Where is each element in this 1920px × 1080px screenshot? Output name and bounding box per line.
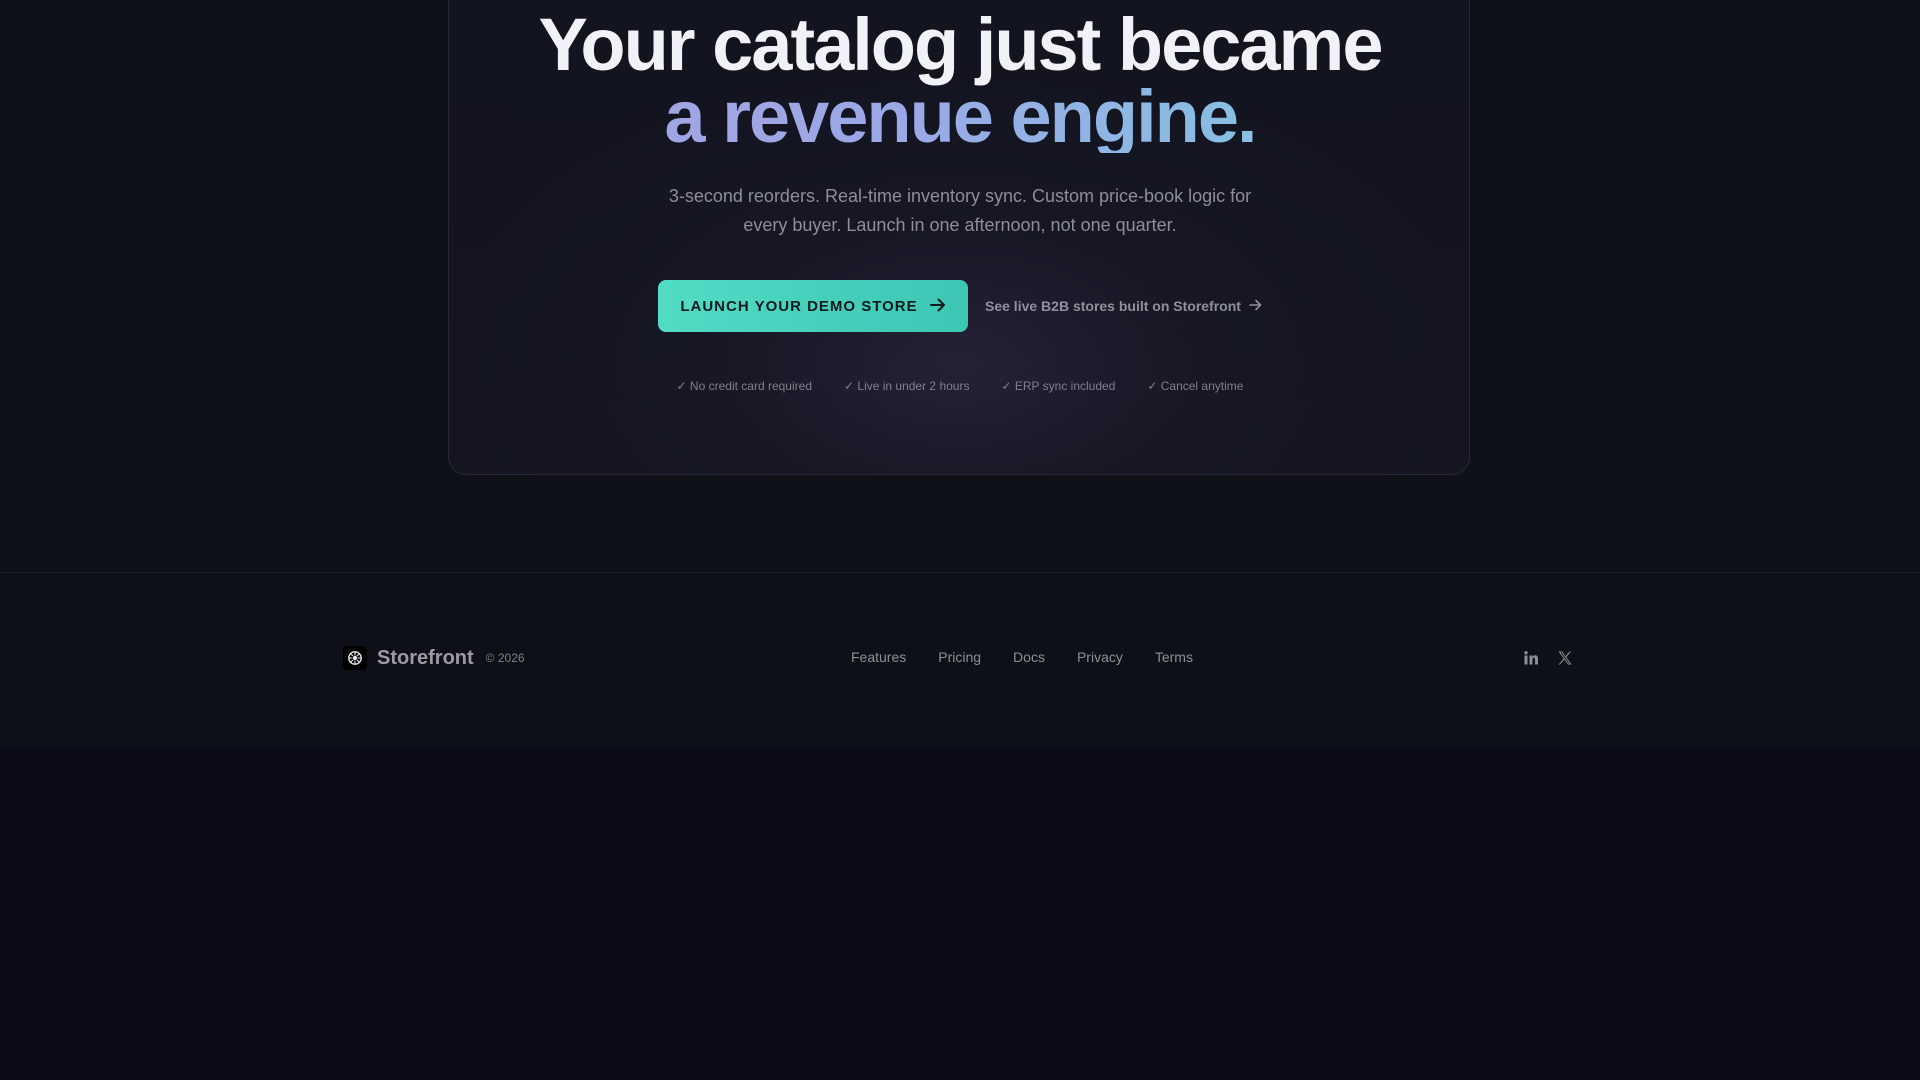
page: Your catalog just became a revenue engin… — [0, 0, 1920, 1080]
perk-item: ✓ Live in under 2 hours — [844, 379, 970, 393]
hero-headline: Your catalog just became a revenue engin… — [449, 3, 1471, 154]
arrow-right-icon — [929, 297, 946, 315]
social-links — [1522, 649, 1574, 667]
footer-link-docs[interactable]: Docs — [1013, 649, 1045, 665]
perk-item: ✓ No credit card required — [676, 379, 812, 393]
launch-demo-store-label: LAUNCH YOUR DEMO STORE — [680, 297, 918, 315]
see-live-stores-label: See live B2B stores built on Storefront — [985, 298, 1241, 314]
footer-link-pricing[interactable]: Pricing — [938, 649, 981, 665]
footer-nav: Features Pricing Docs Privacy Terms — [851, 649, 1193, 665]
footer-brand-name: Storefront — [377, 646, 474, 669]
footer-link-privacy[interactable]: Privacy — [1077, 649, 1123, 665]
footer: Storefront © 2026 Features Pricing Docs … — [0, 573, 1920, 747]
x-icon[interactable] — [1556, 649, 1574, 667]
arrow-right-icon — [1249, 299, 1262, 314]
footer-copyright: © 2026 — [485, 651, 525, 665]
storefront-logo-icon — [343, 646, 367, 670]
headline-line-2-gradient: a revenue engine. — [449, 80, 1471, 154]
perks-list: ✓ No credit card required ✓ Live in unde… — [449, 379, 1471, 393]
hero-card: Your catalog just became a revenue engin… — [448, 0, 1470, 475]
see-live-stores-link[interactable]: See live B2B stores built on Storefront — [985, 294, 1262, 318]
launch-demo-store-button[interactable]: LAUNCH YOUR DEMO STORE — [658, 280, 968, 332]
hero-section: Your catalog just became a revenue engin… — [0, 0, 1920, 572]
perk-item: ✓ ERP sync included — [1001, 379, 1116, 393]
footer-brand[interactable]: Storefront © 2026 — [343, 646, 525, 670]
headline-line-1: Your catalog just became — [538, 3, 1384, 86]
perk-item: ✓ Cancel anytime — [1147, 379, 1244, 393]
footer-link-features[interactable]: Features — [851, 649, 906, 665]
footer-link-terms[interactable]: Terms — [1155, 649, 1193, 665]
linkedin-icon[interactable] — [1522, 649, 1540, 667]
hero-subtitle: 3-second reorders. Real-time inventory s… — [668, 186, 1252, 235]
